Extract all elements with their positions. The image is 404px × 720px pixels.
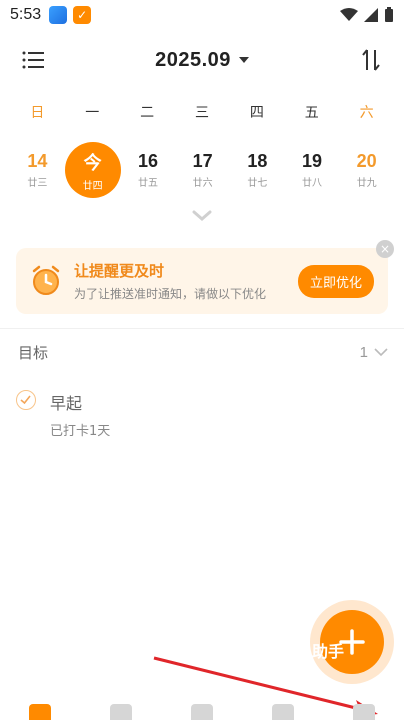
date-cell-today[interactable]: 今 廿四 (64, 140, 121, 200)
bottom-nav (0, 704, 404, 720)
header: 2025.09 (0, 40, 404, 80)
close-card-icon[interactable]: × (376, 240, 394, 258)
lunar-date: 廿三 (27, 178, 48, 189)
weekday-row: 日 一 二 三 四 五 六 (10, 102, 394, 122)
goal-checkin-count: 已打卡1天 (50, 424, 111, 439)
weekday-label: 日 (30, 105, 45, 121)
reminder-subtitle: 为了让推送准时通知，请做以下优化 (74, 287, 267, 301)
month-picker[interactable]: 2025.09 (155, 49, 249, 72)
goal-item[interactable]: 早起 已打卡1天 (16, 388, 386, 439)
date-number: 18 (247, 151, 268, 171)
date-cell[interactable]: 16 廿五 (121, 140, 176, 200)
sort-icon[interactable] (360, 48, 382, 72)
battery-icon (385, 7, 393, 22)
nav-item-3[interactable] (190, 704, 213, 720)
date-number: 今 (83, 152, 102, 173)
date-cell[interactable]: 20 廿九 (339, 140, 394, 200)
goal-checkbox[interactable] (16, 390, 36, 410)
date-cell[interactable]: 17 廿六 (175, 140, 230, 200)
date-number: 17 (192, 151, 213, 171)
today-highlight: 今 廿四 (64, 142, 121, 198)
list-menu-icon[interactable] (22, 50, 44, 70)
reminder-card: 让提醒更及时 为了让推送准时通知，请做以下优化 立即优化 (16, 248, 388, 314)
lunar-date: 廿八 (302, 178, 323, 189)
lunar-date: 廿七 (247, 178, 268, 189)
date-cell[interactable]: 14 廿三 (10, 140, 65, 200)
lunar-date: 廿九 (356, 178, 377, 189)
chevron-down-icon (374, 348, 388, 357)
wifi-icon (340, 8, 358, 21)
alarm-clock-icon (32, 265, 60, 295)
date-number: 16 (137, 151, 159, 171)
nav-item-2[interactable] (110, 704, 133, 720)
section-title: 目标 (18, 343, 49, 362)
nav-item-home[interactable] (29, 704, 52, 720)
goal-count: 1 (359, 343, 368, 361)
divider (0, 328, 404, 329)
notification-app-icon (49, 6, 68, 24)
goals-section-header[interactable]: 目标 1 (18, 340, 388, 364)
status-bar: 5:53 ✓ (0, 0, 404, 30)
reminder-title: 让提醒更及时 (74, 262, 165, 280)
reminder-text: 让提醒更及时 为了让推送准时通知，请做以下优化 (74, 260, 298, 302)
date-cell[interactable]: 19 廿八 (285, 140, 340, 200)
weekday-label: 六 (359, 105, 374, 121)
notification-check-icon: ✓ (73, 6, 92, 24)
lunar-date: 廿五 (138, 178, 158, 189)
date-cell[interactable]: 18 廿七 (230, 140, 285, 200)
goal-name: 早起 (50, 394, 83, 413)
checkmark-icon (20, 395, 31, 405)
week-dates: 14 廿三 今 廿四 16 廿五 17 廿六 18 廿七 19 廿八 20 廿九 (10, 140, 394, 200)
date-number: 19 (302, 151, 323, 171)
lunar-date: 廿四 (82, 180, 103, 192)
weekday-label: 五 (304, 105, 319, 121)
optimize-now-button[interactable]: 立即优化 (297, 264, 374, 298)
weekday-label: 四 (249, 105, 264, 121)
nav-item-5[interactable] (352, 704, 375, 720)
status-time: 5:53 (10, 6, 42, 23)
page-title: 2025.09 (155, 48, 231, 71)
date-number: 14 (27, 151, 48, 171)
caret-down-icon (238, 57, 249, 63)
weekday-label: 一 (85, 105, 100, 121)
signal-icon (364, 8, 378, 22)
lunar-date: 廿六 (192, 178, 213, 189)
nav-item-4[interactable] (271, 704, 294, 720)
expand-chevron-icon[interactable] (192, 210, 212, 222)
weekday-label: 二 (140, 105, 155, 121)
date-number: 20 (356, 151, 377, 171)
weekday-label: 三 (195, 105, 209, 121)
